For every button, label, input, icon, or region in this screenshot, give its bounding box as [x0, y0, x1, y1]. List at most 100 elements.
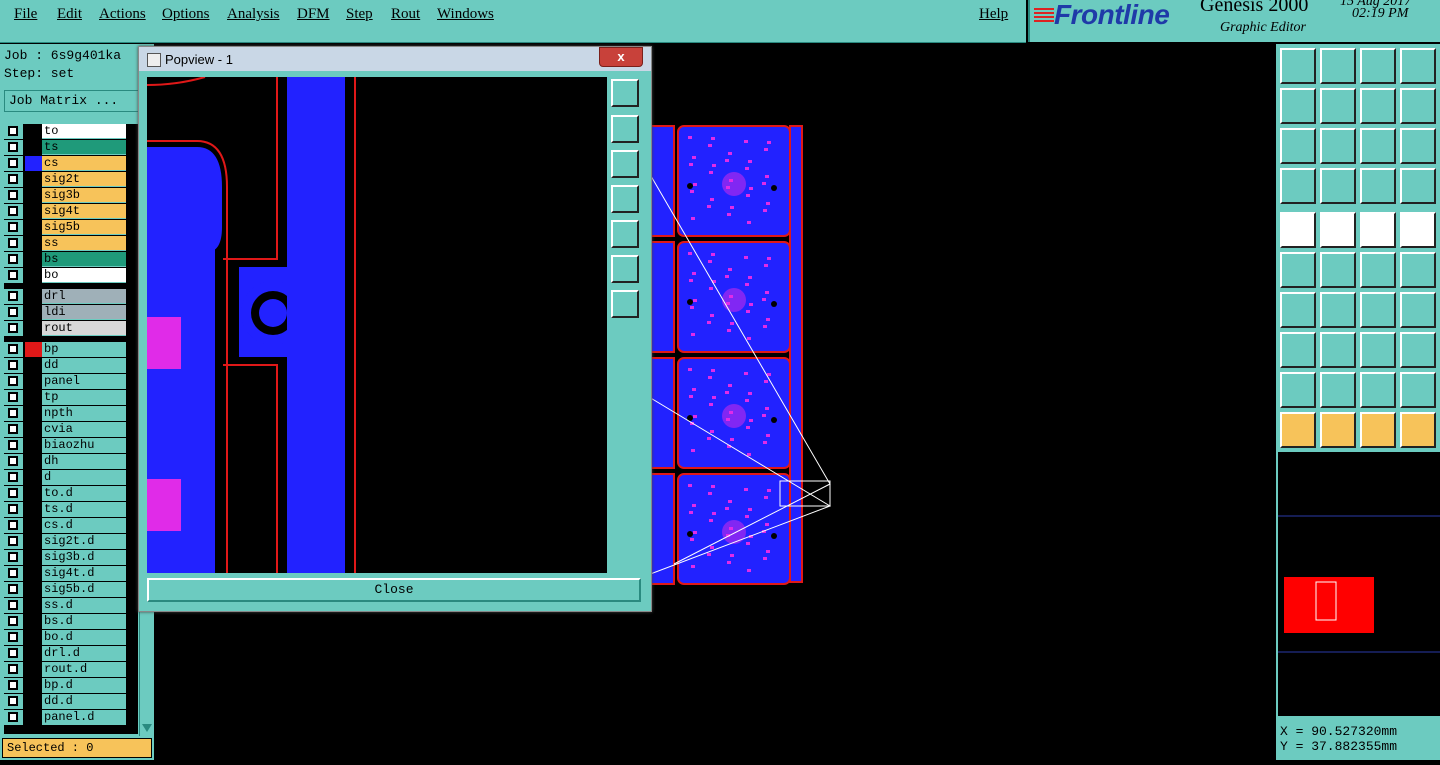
layer-name[interactable]: bs.d	[42, 614, 126, 629]
layer-checkbox[interactable]	[8, 664, 18, 674]
layer-checkbox[interactable]	[8, 323, 18, 333]
pan-up-icon[interactable]	[611, 115, 639, 143]
layer-color-swatch[interactable]	[25, 502, 42, 517]
layer-color-swatch[interactable]	[25, 534, 42, 549]
layer-name[interactable]: panel.d	[42, 710, 126, 725]
layer-row[interactable]: biaozhu	[4, 438, 126, 453]
layer-name[interactable]: sig3b.d	[42, 550, 126, 565]
layer-row[interactable]: sig5b	[4, 220, 126, 235]
layer-name[interactable]: bo.d	[42, 630, 126, 645]
zoom-out-icon[interactable]	[611, 255, 639, 283]
layer-checkbox[interactable]	[8, 408, 18, 418]
menu-dfm[interactable]: DFM	[297, 6, 330, 23]
measure-icon[interactable]	[1320, 168, 1356, 204]
layer-color-swatch[interactable]	[25, 305, 42, 320]
ruler-icon[interactable]	[1360, 212, 1396, 248]
dim-icon[interactable]	[1360, 332, 1396, 368]
layer-name[interactable]: dd.d	[42, 694, 126, 709]
layer-checkbox[interactable]	[8, 696, 18, 706]
layer-row[interactable]: bp	[4, 342, 126, 357]
layer-checkbox[interactable]	[8, 206, 18, 216]
layer-row[interactable]: bo.d	[4, 630, 126, 645]
layer-row[interactable]: sig3b.d	[4, 550, 126, 565]
home-icon[interactable]	[1360, 48, 1396, 84]
layer-name[interactable]: bo	[42, 268, 126, 283]
layer-color-swatch[interactable]	[25, 614, 42, 629]
rotate-icon[interactable]	[1360, 292, 1396, 328]
cross-icon[interactable]	[1320, 252, 1356, 288]
layer-name[interactable]: rout	[42, 321, 126, 336]
layer-checkbox[interactable]	[8, 680, 18, 690]
layer-color-swatch[interactable]	[25, 188, 42, 203]
layer-name[interactable]: npth	[42, 406, 126, 421]
zoom-in-icon[interactable]	[1280, 128, 1316, 164]
layer-row[interactable]: d	[4, 470, 126, 485]
layer-checkbox[interactable]	[8, 504, 18, 514]
layer-row[interactable]: sig2t	[4, 172, 126, 187]
layer-row[interactable]: sig4t	[4, 204, 126, 219]
layer-color-swatch[interactable]	[25, 550, 42, 565]
layer-color-swatch[interactable]	[25, 321, 42, 336]
layer-name[interactable]: drl.d	[42, 646, 126, 661]
pan-down-icon[interactable]	[611, 150, 639, 178]
layer-name[interactable]: sig5b	[42, 220, 126, 235]
select-feature-icon[interactable]	[1280, 212, 1316, 248]
net-icon[interactable]	[1280, 252, 1316, 288]
layer-row[interactable]: bo	[4, 268, 126, 283]
layer-checkbox[interactable]	[8, 307, 18, 317]
pan-right-icon[interactable]	[1320, 88, 1356, 124]
fit-view-icon[interactable]	[1400, 48, 1436, 84]
close-icon[interactable]: x	[599, 47, 643, 67]
layer-color-swatch[interactable]	[25, 454, 42, 469]
layer-color-swatch[interactable]	[25, 406, 42, 421]
shape-icon[interactable]	[1400, 332, 1436, 368]
layer-checkbox[interactable]	[8, 376, 18, 386]
layer-color-swatch[interactable]	[25, 630, 42, 645]
layer-row[interactable]: bs.d	[4, 614, 126, 629]
layer-row[interactable]: bs	[4, 252, 126, 267]
layer-checkbox[interactable]	[8, 126, 18, 136]
layer-checkbox[interactable]	[8, 568, 18, 578]
layer-checkbox[interactable]	[8, 472, 18, 482]
zoom-home-icon[interactable]	[1280, 48, 1316, 84]
layer-row[interactable]: ts.d	[4, 502, 126, 517]
layer-name[interactable]: to	[42, 124, 126, 139]
layer-row[interactable]: drl	[4, 289, 126, 304]
layer-checkbox[interactable]	[8, 238, 18, 248]
layer-name[interactable]: cs	[42, 156, 126, 171]
layer-color-swatch[interactable]	[25, 342, 42, 357]
layer-row[interactable]: ldi	[4, 305, 126, 320]
layer-row[interactable]: npth	[4, 406, 126, 421]
layer-color-swatch[interactable]	[25, 140, 42, 155]
layer-color-swatch[interactable]	[25, 486, 42, 501]
layer-name[interactable]: sig2t.d	[42, 534, 126, 549]
layer-checkbox[interactable]	[8, 344, 18, 354]
layer-color-swatch[interactable]	[25, 172, 42, 187]
menu-analysis[interactable]: Analysis	[227, 6, 280, 23]
layer-checkbox[interactable]	[8, 632, 18, 642]
slope-icon[interactable]	[1320, 292, 1356, 328]
layer-color-swatch[interactable]	[25, 694, 42, 709]
pan-top-icon[interactable]	[1320, 48, 1356, 84]
layer-row[interactable]: panel.d	[4, 710, 126, 725]
layer-name[interactable]: cs.d	[42, 518, 126, 533]
layer-checkbox[interactable]	[8, 584, 18, 594]
layer-name[interactable]: biaozhu	[42, 438, 126, 453]
job-matrix-button[interactable]: Job Matrix ...	[4, 90, 142, 112]
menu-actions[interactable]: Actions	[99, 6, 146, 23]
menu-file[interactable]: File	[14, 6, 37, 23]
layer-row[interactable]: to.d	[4, 486, 126, 501]
layer-checkbox[interactable]	[8, 456, 18, 466]
layer-color-swatch[interactable]	[25, 438, 42, 453]
layer-row[interactable]: sig5b.d	[4, 582, 126, 597]
layer-name[interactable]: cvia	[42, 422, 126, 437]
layer-color-swatch[interactable]	[25, 662, 42, 677]
layer-row[interactable]: tp	[4, 390, 126, 405]
popview-close-button[interactable]: Close	[147, 578, 641, 602]
layer-row[interactable]: cs	[4, 156, 126, 171]
layer-name[interactable]: sig2t	[42, 172, 126, 187]
layer-name[interactable]: d	[42, 470, 126, 485]
layer-row[interactable]: sig2t.d	[4, 534, 126, 549]
angle-icon[interactable]	[1280, 292, 1316, 328]
layer-color-swatch[interactable]	[25, 289, 42, 304]
